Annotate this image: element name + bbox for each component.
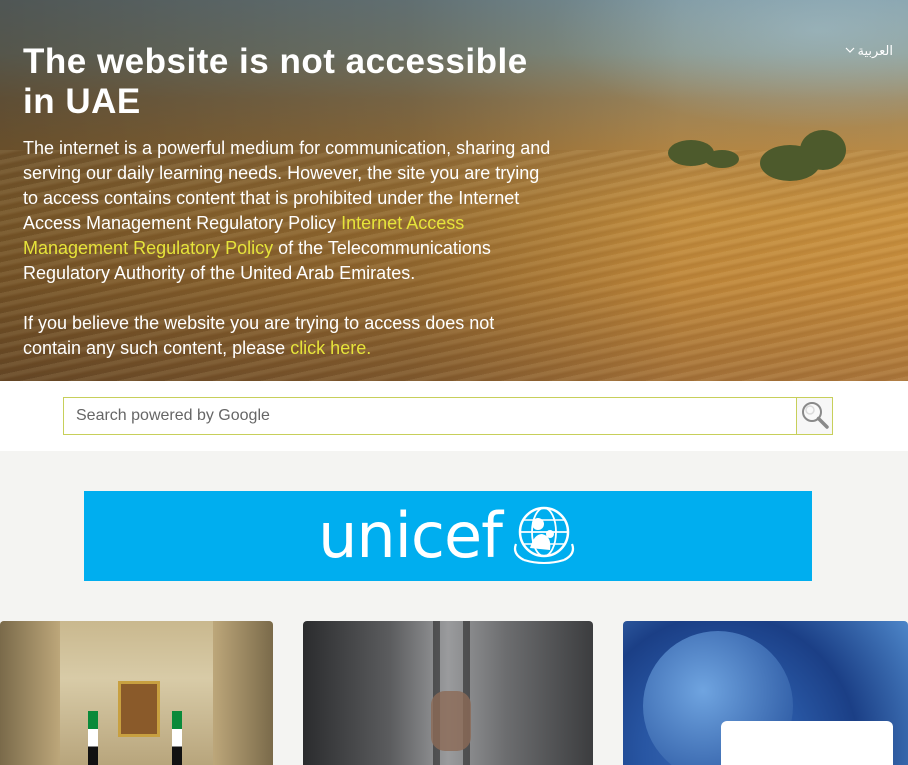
search-box [63,397,833,435]
blocked-message: The internet is a powerful medium for co… [23,136,553,286]
news-card-uae-tv[interactable] [623,621,908,765]
appeal-message: If you believe the website you are tryin… [23,311,553,361]
hand-decor [431,691,471,751]
portrait-frame [118,681,160,737]
unicef-wordmark: unicef [318,499,503,572]
language-switch[interactable]: العربية [845,44,893,59]
appeal-message-intro: If you believe the website you are tryin… [23,313,495,358]
hero-banner: العربية The website is not accessible in… [0,0,908,381]
unicef-ad-banner[interactable]: unicef [84,491,812,581]
search-icon [800,400,830,433]
search-input[interactable] [64,398,796,434]
channel-logo-plate [721,721,893,765]
page-title: The website is not accessible in UAE [23,42,528,121]
click-here-link[interactable]: click here. [290,338,371,358]
language-switch-label: العربية [857,44,893,59]
desert-shrub [705,150,739,168]
curtain-decor [213,621,273,765]
flag-decor [172,711,182,765]
blocked-message-intro: The internet is a powerful medium for co… [23,138,551,233]
news-card-prison[interactable] [303,621,593,765]
curtain-decor [0,621,60,765]
news-card-meeting[interactable] [0,621,273,765]
search-section [0,381,908,451]
desert-shrub [800,130,846,170]
chevron-down-icon [845,46,855,57]
search-button[interactable] [796,398,832,434]
flag-decor [88,711,98,765]
unicef-emblem-icon [510,504,578,569]
